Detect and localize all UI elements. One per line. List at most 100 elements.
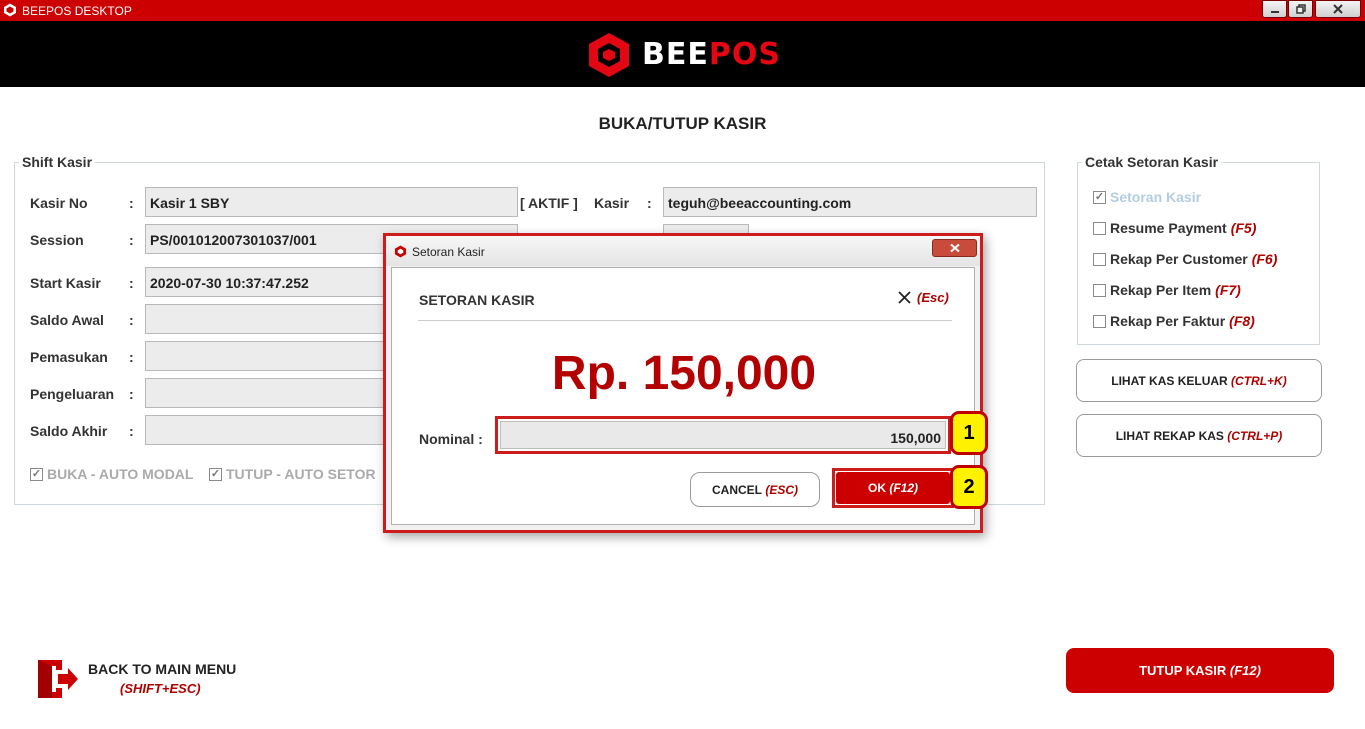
step-marker-2: 2 xyxy=(950,465,988,509)
saldo-akhir-label: Saldo Akhir xyxy=(30,423,108,439)
beepos-app-icon xyxy=(4,3,16,17)
tutup-kasir-button[interactable]: TUTUP KASIR (F12) xyxy=(1066,648,1334,693)
back-to-main-menu-button[interactable]: BACK TO MAIN MENU (SHIFT+ESC) xyxy=(36,656,246,700)
button-label: LIHAT KAS KELUAR xyxy=(1111,373,1228,388)
rekap-per-item-label: Rekap Per Item xyxy=(1110,282,1212,298)
dialog-titlebar: Setoran Kasir xyxy=(386,236,980,266)
close-icon xyxy=(898,291,911,304)
ok-button-highlight: OK (F12) xyxy=(832,468,954,508)
shortcut-label: (F5) xyxy=(1230,220,1257,236)
beepos-app-icon xyxy=(394,245,407,258)
colon: : xyxy=(647,195,652,211)
status-aktif: [ AKTIF ] xyxy=(520,195,578,211)
kasir-no-field[interactable]: Kasir 1 SBY xyxy=(145,187,518,217)
minimize-icon xyxy=(1270,11,1279,13)
setoran-kasir-label: Setoran Kasir xyxy=(1110,189,1202,205)
shortcut-label: (CTRL+P) xyxy=(1227,428,1283,443)
dialog-heading: SETORAN KASIR xyxy=(419,292,535,308)
shortcut-label: (F12) xyxy=(1229,663,1261,678)
checkbox-checked-icon: ✓ xyxy=(30,467,43,481)
kasir-no-label: Kasir No xyxy=(30,195,88,211)
rekap-per-customer-checkbox[interactable]: Rekap Per Customer (F6) xyxy=(1093,251,1277,267)
colon: : xyxy=(129,195,134,211)
beepos-logo: BEEPOS xyxy=(585,31,785,79)
app-header: BEEPOS xyxy=(0,21,1365,87)
buka-auto-modal-label: BUKA - AUTO MODAL xyxy=(47,466,194,482)
pengeluaran-field[interactable] xyxy=(145,378,390,408)
saldo-awal-label: Saldo Awal xyxy=(30,312,104,328)
colon: : xyxy=(129,312,134,328)
beepos-logo-icon xyxy=(589,33,629,77)
rekap-per-customer-label: Rekap Per Customer xyxy=(1110,251,1248,267)
nominal-label: Nominal : xyxy=(419,431,483,447)
shortcut-label: (ESC) xyxy=(765,482,798,497)
colon: : xyxy=(129,232,134,248)
close-icon xyxy=(949,243,960,253)
kasir-label: Kasir xyxy=(594,195,630,211)
logo-text: BEEPOS xyxy=(642,37,781,72)
back-shortcut: (SHIFT+ESC) xyxy=(120,681,201,696)
colon: : xyxy=(129,275,134,291)
checkbox-unchecked-icon xyxy=(1093,283,1106,297)
window-title: BEEPOS DESKTOP xyxy=(22,4,132,18)
dialog-close-button[interactable] xyxy=(932,239,977,257)
divider xyxy=(418,320,952,321)
start-kasir-label: Start Kasir xyxy=(30,275,101,291)
button-label: TUTUP KASIR xyxy=(1139,663,1227,678)
shortcut-label: (F6) xyxy=(1251,251,1278,267)
setoran-kasir-dialog: Setoran Kasir SETORAN KASIR (Esc) Rp. 15… xyxy=(383,233,983,533)
checkbox-unchecked-icon xyxy=(1093,252,1106,266)
dialog-esc-close[interactable]: (Esc) xyxy=(898,290,949,305)
saldo-akhir-field[interactable] xyxy=(145,415,390,445)
shortcut-label: (CTRL+K) xyxy=(1231,373,1287,388)
session-label: Session xyxy=(30,232,84,248)
buka-auto-modal-checkbox[interactable]: ✓ BUKA - AUTO MODAL xyxy=(30,466,193,482)
shift-kasir-legend: Shift Kasir xyxy=(22,154,93,170)
setoran-kasir-checkbox[interactable]: ✓ Setoran Kasir xyxy=(1093,189,1201,205)
nominal-input[interactable]: 150,000 xyxy=(500,421,946,449)
colon: : xyxy=(129,423,134,439)
shortcut-label: (F8) xyxy=(1229,313,1255,329)
rekap-per-faktur-checkbox[interactable]: Rekap Per Faktur (F8) xyxy=(1093,313,1255,329)
restore-icon xyxy=(1295,4,1306,14)
rekap-per-item-checkbox[interactable]: Rekap Per Item (F7) xyxy=(1093,282,1241,298)
pemasukan-field[interactable] xyxy=(145,341,390,371)
shortcut-label: (F7) xyxy=(1215,282,1241,298)
pengeluaran-label: Pengeluaran xyxy=(30,386,115,402)
setoran-amount: Rp. 150,000 xyxy=(551,347,817,400)
back-label: BACK TO MAIN MENU xyxy=(88,661,237,677)
resume-payment-label: Resume Payment xyxy=(1110,220,1227,236)
checkbox-checked-icon: ✓ xyxy=(1093,190,1106,204)
close-icon xyxy=(1333,4,1343,14)
tutup-auto-setor-checkbox[interactable]: ✓ TUTUP - AUTO SETOR xyxy=(209,466,376,482)
colon: : xyxy=(129,386,134,402)
ok-button[interactable]: OK (F12) xyxy=(836,472,950,504)
saldo-awal-field[interactable] xyxy=(145,304,390,334)
kasir-field[interactable]: teguh@beeaccounting.com xyxy=(663,187,1037,217)
page-title: BUKA/TUTUP KASIR xyxy=(598,114,767,133)
nominal-input-highlight: 150,000 xyxy=(495,416,951,454)
tutup-auto-setor-label: TUTUP - AUTO SETOR xyxy=(226,466,376,482)
pemasukan-label: Pemasukan xyxy=(30,349,108,365)
step-marker-1: 1 xyxy=(950,411,988,455)
lihat-rekap-kas-button[interactable]: LIHAT REKAP KAS (CTRL+P) xyxy=(1076,414,1322,457)
checkbox-checked-icon: ✓ xyxy=(209,467,222,481)
resume-payment-checkbox[interactable]: Resume Payment (F5) xyxy=(1093,220,1256,236)
minimize-button[interactable] xyxy=(1262,0,1287,18)
lihat-kas-keluar-button[interactable]: LIHAT KAS KELUAR (CTRL+K) xyxy=(1076,359,1322,402)
checkbox-unchecked-icon xyxy=(1093,314,1106,328)
dialog-body: SETORAN KASIR (Esc) Rp. 150,000 Nominal … xyxy=(391,267,975,525)
cancel-button[interactable]: CANCEL (ESC) xyxy=(690,472,820,507)
cetak-setoran-legend: Cetak Setoran Kasir xyxy=(1085,154,1219,170)
button-label: LIHAT REKAP KAS xyxy=(1115,428,1224,443)
close-window-button[interactable] xyxy=(1315,0,1361,18)
dialog-window-title: Setoran Kasir xyxy=(412,245,485,259)
button-label: CANCEL xyxy=(711,482,762,497)
exit-door-icon xyxy=(38,660,78,698)
shortcut-label: (F12) xyxy=(889,481,918,495)
window-titlebar: BEEPOS DESKTOP xyxy=(0,0,1365,21)
rekap-per-faktur-label: Rekap Per Faktur xyxy=(1110,313,1226,329)
start-kasir-field[interactable]: 2020-07-30 10:37:47.252 xyxy=(145,267,390,297)
restore-button[interactable] xyxy=(1288,0,1313,18)
checkbox-unchecked-icon xyxy=(1093,221,1106,235)
